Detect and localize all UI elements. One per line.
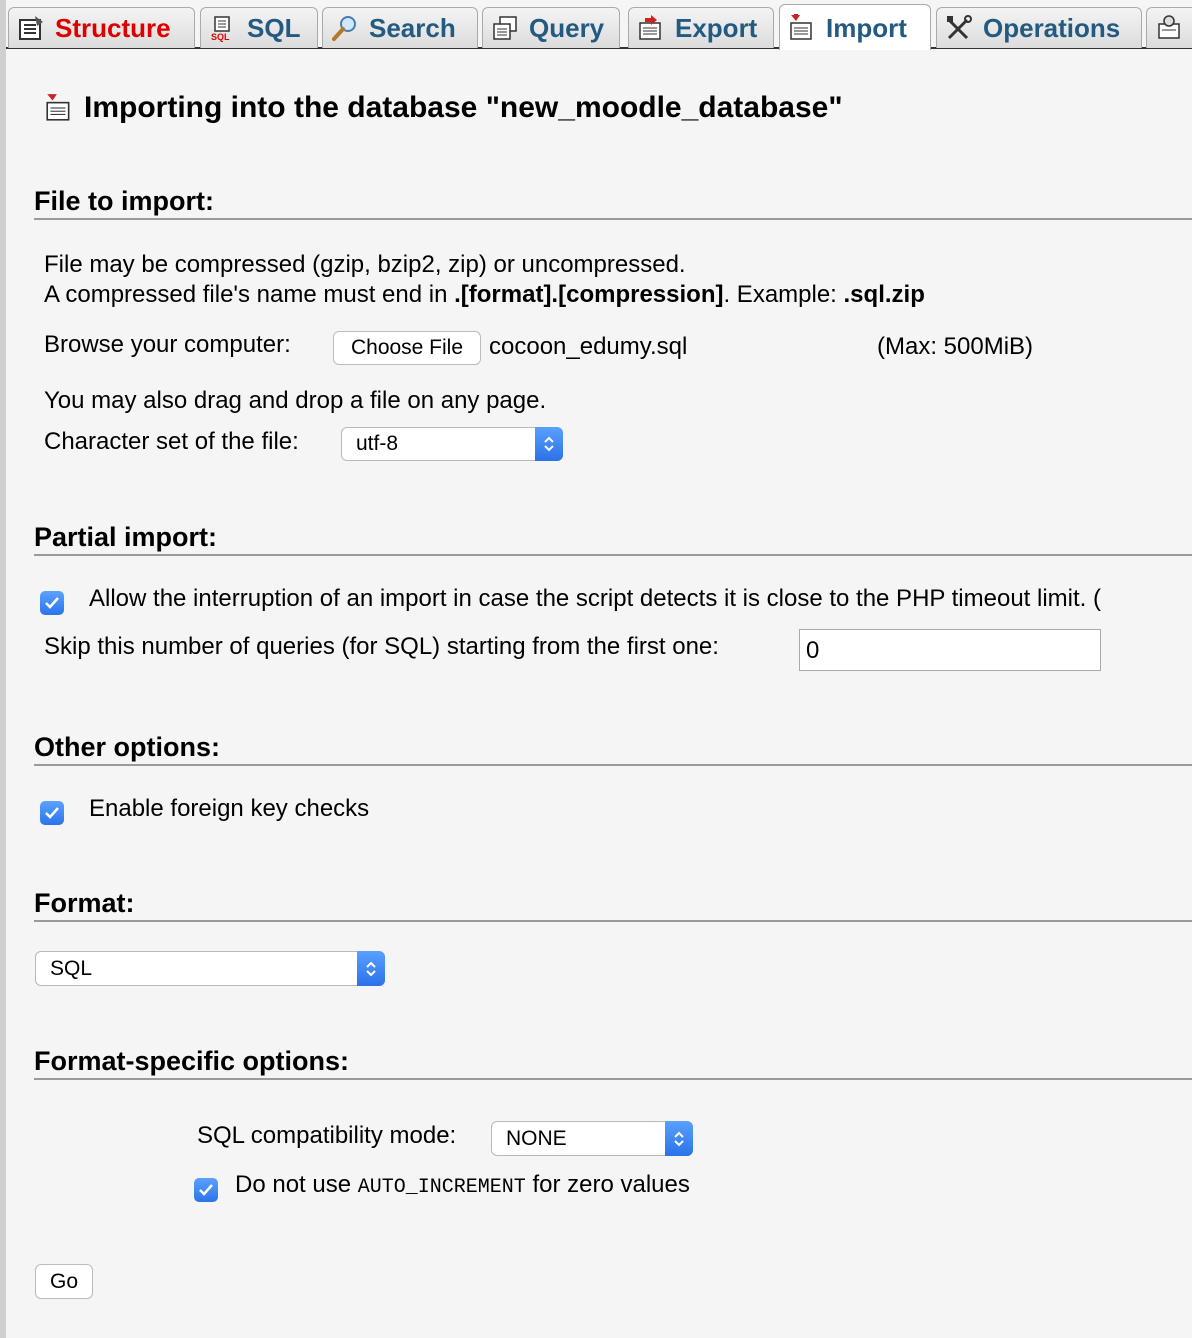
browse-label: Browse your computer:: [44, 331, 291, 358]
tab-label: Search: [369, 13, 456, 43]
section-heading-other: Other options:: [34, 732, 1192, 766]
chosen-file-name: cocoon_edumy.sql: [489, 333, 688, 360]
compat-mode-select[interactable]: NONE: [491, 1121, 693, 1156]
tab-label: Query: [529, 13, 605, 43]
tab-privileges[interactable]: [1146, 7, 1192, 48]
select-arrows-icon: [357, 951, 385, 986]
note-example: .sql.zip: [843, 281, 925, 308]
tab-label: SQL: [247, 13, 301, 43]
tab-sql[interactable]: SQL SQL: [200, 7, 318, 48]
compression-note: File may be compressed (gzip, bzip2, zip…: [44, 251, 686, 278]
page-title: Importing into the database "new_moodle_…: [44, 88, 843, 128]
tab-export[interactable]: Export: [628, 7, 774, 48]
skip-queries-label: Skip this number of queries (for SQL) st…: [44, 633, 719, 660]
query-icon: [493, 16, 517, 40]
tab-bar: Structure SQL SQL Search Query Export Im…: [6, 0, 1192, 50]
auto-increment-checkbox[interactable]: [194, 1178, 218, 1202]
section-heading-format-specific: Format-specific options:: [34, 1046, 1192, 1080]
tab-label: Operations: [983, 13, 1121, 43]
tab-query[interactable]: Query: [482, 7, 620, 48]
charset-select[interactable]: utf-8: [341, 427, 563, 461]
tab-label: Structure: [55, 13, 171, 43]
foreign-key-checkbox[interactable]: [40, 801, 64, 825]
skip-queries-input[interactable]: 0: [799, 629, 1101, 671]
max-upload-size: (Max: 500MiB): [877, 333, 1034, 360]
magnifier-icon: [332, 16, 356, 41]
select-arrows-icon: [535, 427, 563, 461]
compat-mode-label: SQL compatibility mode:: [197, 1122, 457, 1149]
section-heading-partial: Partial import:: [34, 522, 1192, 556]
sql-icon: SQL: [211, 16, 230, 42]
privileges-icon: [1158, 15, 1180, 39]
compat-mode-value: NONE: [506, 1127, 567, 1150]
format-select-value: SQL: [50, 957, 93, 980]
checkmark-icon: [45, 807, 59, 819]
import-icon: [790, 13, 812, 40]
auto-inc-code: AUTO_INCREMENT: [357, 1176, 526, 1199]
auto-increment-label: Do not use AUTO_INCREMENT for zero value…: [235, 1170, 690, 1203]
format-select[interactable]: SQL: [35, 951, 385, 986]
svg-text:SQL: SQL: [211, 32, 230, 42]
tab-operations[interactable]: Operations: [936, 7, 1142, 48]
foreign-key-label: Enable foreign key checks: [89, 795, 370, 822]
export-icon: [639, 15, 661, 40]
charset-select-value: utf-8: [356, 432, 399, 455]
tab-import[interactable]: Import: [779, 4, 931, 50]
page-title-text: Importing into the database "new_moodle_…: [84, 91, 843, 124]
compression-format-note: A compressed file's name must end in .[f…: [44, 280, 925, 310]
charset-label: Character set of the file:: [44, 428, 299, 455]
left-frame-border: [0, 0, 6, 1338]
section-heading-format: Format:: [34, 888, 1192, 922]
drag-drop-note: You may also drag and drop a file on any…: [44, 387, 547, 414]
tab-structure[interactable]: Structure: [8, 7, 195, 48]
allow-interrupt-checkbox[interactable]: [40, 591, 64, 615]
tab-label: Import: [826, 12, 907, 43]
note-prefix: A compressed file's name must end in: [44, 281, 455, 308]
note-format: .[format].[compression]: [454, 281, 724, 308]
checkmark-icon: [45, 597, 59, 609]
auto-inc-prefix: Do not use: [235, 1171, 358, 1198]
choose-file-button[interactable]: Choose File: [333, 331, 481, 365]
tab-search[interactable]: Search: [322, 7, 478, 48]
tab-label: Export: [675, 13, 758, 43]
tools-icon: [947, 15, 972, 40]
allow-interrupt-label: Allow the interruption of an import in c…: [89, 585, 1101, 612]
select-arrows-icon: [665, 1121, 693, 1156]
import-icon: [46, 94, 70, 121]
note-mid: . Example:: [723, 281, 844, 308]
checkmark-icon: [199, 1184, 213, 1196]
auto-inc-suffix: for zero values: [525, 1171, 690, 1198]
table-structure-icon: [19, 16, 43, 40]
go-button[interactable]: Go: [35, 1264, 93, 1299]
section-heading-file: File to import:: [34, 186, 1192, 220]
